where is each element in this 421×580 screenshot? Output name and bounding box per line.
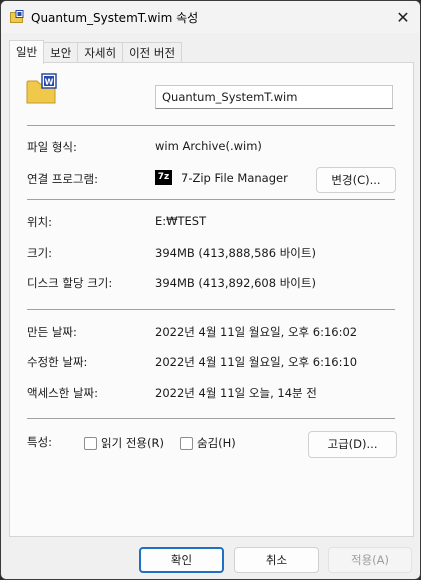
size-value: 394MB (413,888,586 바이트) bbox=[155, 246, 316, 260]
attributes-label: 특성: bbox=[27, 435, 53, 449]
location-label: 위치: bbox=[27, 215, 53, 229]
location-value: E:₩TEST bbox=[155, 214, 207, 228]
wim-file-icon: W bbox=[26, 73, 57, 104]
separator bbox=[27, 199, 395, 200]
readonly-checkbox-label: 읽기 전용(R) bbox=[101, 436, 164, 450]
readonly-checkbox[interactable]: 읽기 전용(R) bbox=[84, 435, 164, 451]
size-on-disk-value: 394MB (413,892,608 바이트) bbox=[155, 276, 316, 290]
readonly-checkbox-box[interactable] bbox=[84, 436, 97, 450]
ok-button[interactable]: 확인 bbox=[139, 547, 224, 573]
separator bbox=[27, 125, 395, 126]
modified-label: 수정한 날짜: bbox=[27, 355, 88, 369]
separator bbox=[27, 418, 395, 419]
title-bar: Quantum_SystemT.wim 속성 ✕ bbox=[1, 1, 420, 33]
tab-previous-versions[interactable]: 이전 버전 bbox=[122, 42, 183, 63]
hidden-checkbox-label: 숨김(H) bbox=[197, 436, 236, 450]
advanced-button[interactable]: 고급(D)... bbox=[308, 431, 397, 458]
tab-general[interactable]: 일반 bbox=[9, 40, 45, 64]
window-title: Quantum_SystemT.wim 속성 bbox=[31, 11, 199, 25]
svg-text:W: W bbox=[45, 78, 54, 87]
tab-details[interactable]: 자세히 bbox=[77, 42, 124, 63]
apply-button[interactable]: 적용(A) bbox=[328, 547, 412, 573]
tab-strip: 일반 보안 자세히 이전 버전 bbox=[9, 40, 183, 64]
accessed-label: 액세스한 날짜: bbox=[27, 386, 99, 400]
close-button[interactable]: ✕ bbox=[386, 1, 420, 33]
sevenzip-icon: 7z bbox=[155, 170, 172, 185]
opens-with-value: 7-Zip File Manager bbox=[181, 171, 288, 185]
close-icon: ✕ bbox=[396, 7, 410, 27]
hidden-checkbox-box[interactable] bbox=[180, 436, 193, 450]
size-on-disk-label: 디스크 할당 크기: bbox=[27, 276, 113, 290]
accessed-value: 2022년 4월 11일 오늘, 14분 전 bbox=[155, 386, 317, 400]
archive-file-icon bbox=[10, 10, 24, 23]
general-tab-panel: W 파일 형식: wim Archive(.wim) 연결 프로그램: 7z 7… bbox=[9, 62, 414, 537]
tab-security[interactable]: 보안 bbox=[43, 42, 79, 63]
file-name-field[interactable] bbox=[155, 85, 393, 109]
created-label: 만든 날짜: bbox=[27, 325, 77, 339]
hidden-checkbox[interactable]: 숨김(H) bbox=[180, 435, 236, 451]
cancel-button[interactable]: 취소 bbox=[234, 547, 319, 573]
separator bbox=[27, 309, 395, 310]
opens-with-label: 연결 프로그램: bbox=[27, 172, 99, 186]
modified-value: 2022년 4월 11일 월요일, 오후 6:16:10 bbox=[155, 355, 358, 369]
created-value: 2022년 4월 11일 월요일, 오후 6:16:02 bbox=[155, 325, 358, 339]
change-button[interactable]: 변경(C)... bbox=[316, 167, 396, 193]
file-type-value: wim Archive(.wim) bbox=[155, 139, 262, 153]
size-label: 크기: bbox=[27, 246, 53, 260]
file-type-label: 파일 형식: bbox=[27, 140, 77, 154]
properties-dialog: Quantum_SystemT.wim 속성 ✕ 일반 보안 자세히 이전 버전… bbox=[0, 0, 421, 580]
